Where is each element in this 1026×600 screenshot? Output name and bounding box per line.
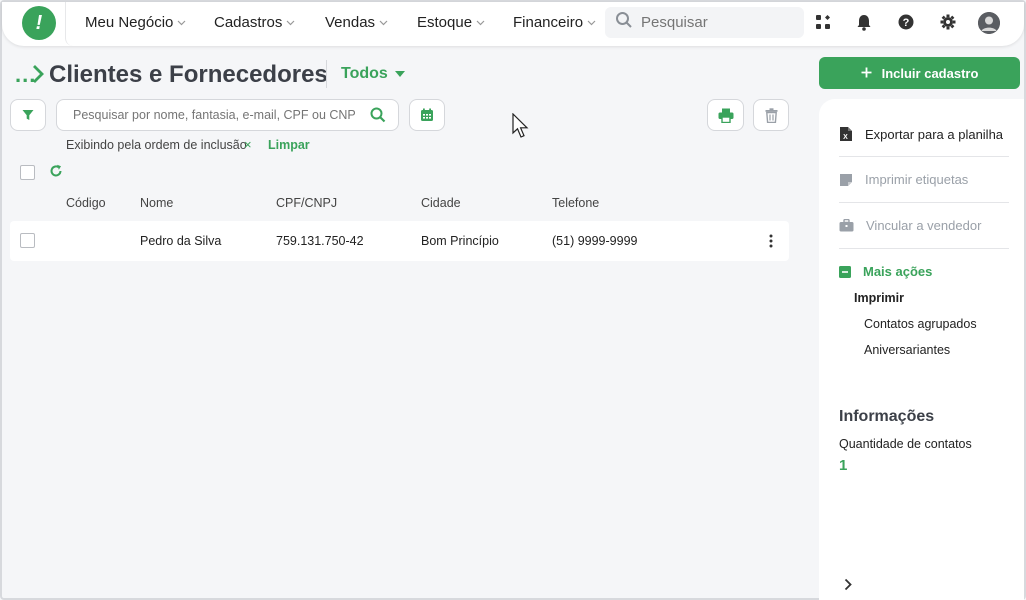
nav-label: Financeiro: [513, 14, 584, 31]
cell-telefone: (51) 9999-9999: [552, 234, 638, 248]
gear-icon[interactable]: [939, 13, 957, 31]
chevron-down-icon: [476, 18, 485, 28]
row-menu-icon[interactable]: [768, 234, 774, 253]
divider: [839, 156, 1009, 157]
column-header-cidade[interactable]: Cidade: [421, 196, 461, 210]
logo-glyph: !: [35, 11, 43, 34]
page-title: Clientes e Fornecedores: [49, 61, 328, 88]
mouse-cursor-icon: [512, 112, 530, 144]
cell-cidade: Bom Princípio: [421, 234, 499, 248]
column-header-cpf[interactable]: CPF/CNPJ: [276, 196, 337, 210]
chevron-down-icon: [286, 18, 295, 28]
cell-nome: Pedro da Silva: [140, 234, 222, 248]
print-section-header: Imprimir: [854, 291, 905, 305]
contacts-count-value: 1: [839, 457, 848, 474]
apps-icon[interactable]: [814, 13, 832, 31]
label-icon: [840, 173, 852, 186]
nav-label: Estoque: [417, 14, 473, 31]
more-actions-toggle[interactable]: Mais ações: [839, 264, 932, 279]
search-icon: [615, 11, 633, 34]
more-actions-label: Mais ações: [863, 264, 933, 279]
user-avatar[interactable]: [978, 12, 1000, 34]
calendar-icon: [421, 108, 433, 121]
minus-square-icon: [839, 265, 851, 278]
clear-link[interactable]: Limpar: [268, 138, 310, 152]
column-header-nome[interactable]: Nome: [140, 196, 173, 210]
order-info: Exibindo pela ordem de inclusão: [66, 138, 247, 152]
info-title: Informações: [839, 408, 935, 425]
export-spreadsheet-action[interactable]: X Exportar para a planilha: [839, 126, 1003, 142]
filter-dropdown[interactable]: Todos: [341, 65, 406, 83]
nav-estoque[interactable]: Estoque: [417, 14, 485, 31]
column-header-telefone[interactable]: Telefone: [552, 196, 599, 210]
birthdays-action[interactable]: Aniversariantes: [864, 343, 950, 357]
nav-vendas[interactable]: Vendas: [325, 14, 388, 31]
link-seller-label: Vincular a vendedor: [866, 218, 982, 233]
refresh-icon[interactable]: [49, 164, 63, 183]
title-separator: [326, 60, 327, 88]
filter-button[interactable]: [10, 99, 46, 131]
cell-cpf: 759.131.750-42: [276, 234, 364, 248]
nav-cadastros[interactable]: Cadastros: [214, 14, 295, 31]
add-record-label: Incluir cadastro: [881, 65, 979, 81]
help-icon[interactable]: ?: [897, 13, 915, 31]
print-labels-action[interactable]: Imprimir etiquetas: [839, 172, 968, 187]
search-icon[interactable]: [370, 107, 386, 128]
table-row[interactable]: [10, 221, 789, 261]
divider: [839, 248, 1009, 249]
grouped-contacts-action[interactable]: Contatos agrupados: [864, 317, 977, 331]
trash-icon: [765, 107, 777, 123]
contacts-search-input[interactable]: [73, 108, 355, 122]
nav-label: Meu Negócio: [85, 14, 174, 31]
delete-button[interactable]: [753, 99, 789, 131]
chevron-down-icon: [379, 18, 388, 28]
calendar-button[interactable]: [409, 99, 445, 131]
svg-text:?: ?: [903, 17, 910, 29]
divider: [839, 202, 1009, 203]
filter-label: Todos: [341, 65, 388, 82]
top-search-input[interactable]: [641, 14, 781, 31]
print-button[interactable]: [707, 99, 744, 131]
contacts-count-label: Quantidade de contatos: [839, 437, 972, 451]
add-record-button[interactable]: Incluir cadastro: [819, 57, 1020, 89]
nav-label: Vendas: [325, 14, 376, 31]
chevron-right-icon[interactable]: [844, 578, 852, 596]
export-label: Exportar para a planilha: [865, 126, 1004, 142]
app-logo[interactable]: !: [22, 6, 56, 40]
excel-icon: X: [840, 127, 852, 141]
nav-label: Cadastros: [214, 14, 283, 31]
contacts-search[interactable]: [56, 99, 399, 131]
link-seller-action[interactable]: Vincular a vendedor: [839, 218, 981, 233]
select-all-checkbox[interactable]: [20, 165, 35, 180]
logo-separator: [65, 2, 73, 46]
nav-financeiro[interactable]: Financeiro: [513, 14, 596, 31]
clear-order-icon[interactable]: ×: [244, 137, 252, 152]
nav-meu-negocio[interactable]: Meu Negócio: [85, 14, 186, 31]
caret-down-icon: [394, 71, 405, 77]
svg-text:X: X: [843, 134, 848, 141]
top-navbar: ! Meu Negócio Cadastros Vendas Estoque F…: [2, 2, 1024, 46]
chevron-right-icon: [32, 64, 44, 89]
print-labels-label: Imprimir etiquetas: [865, 172, 969, 187]
briefcase-icon: [839, 219, 854, 232]
chevron-down-icon: [177, 18, 186, 28]
plus-icon: [861, 66, 872, 81]
chevron-down-icon: [587, 18, 596, 28]
bell-icon[interactable]: [855, 13, 873, 31]
row-checkbox[interactable]: [20, 233, 35, 248]
funnel-icon: [22, 110, 34, 120]
printer-icon: [718, 108, 733, 123]
top-search[interactable]: [605, 7, 804, 38]
column-header-codigo[interactable]: Código: [66, 196, 106, 210]
